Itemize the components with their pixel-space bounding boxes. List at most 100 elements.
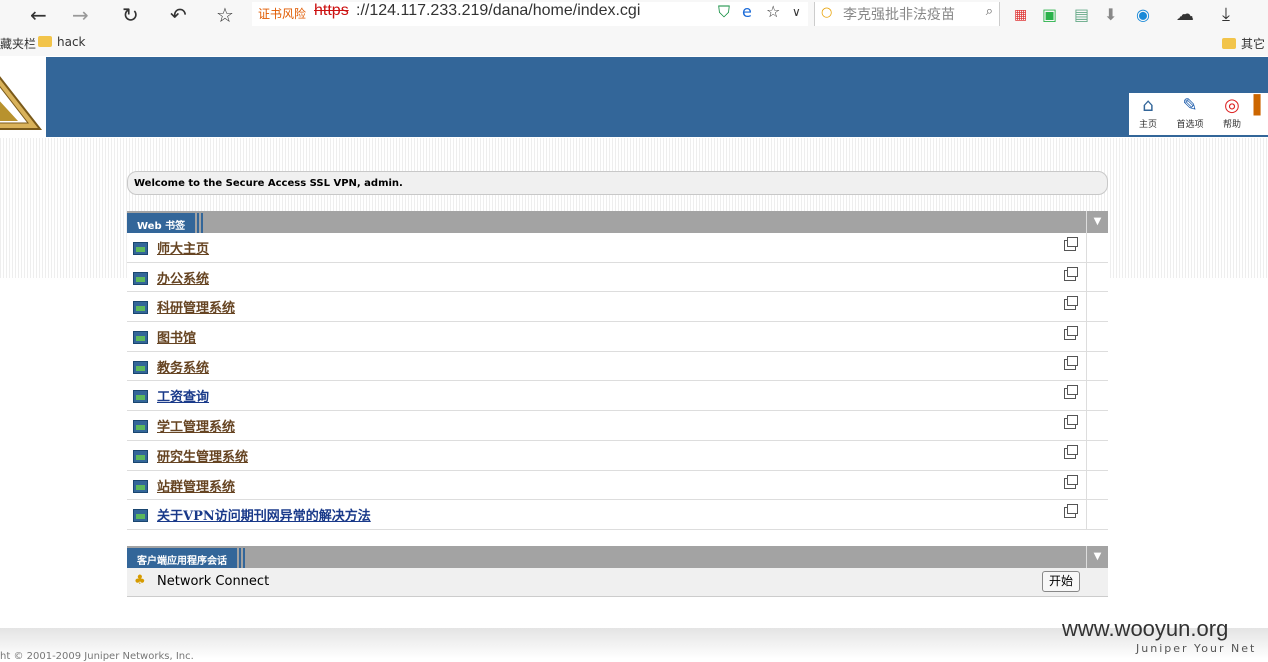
- bookmark-link[interactable]: 师大主页: [157, 238, 209, 257]
- brand-tagline: Juniper Your Net: [1136, 642, 1257, 655]
- start-button[interactable]: 开始: [1041, 571, 1080, 592]
- open-new-window-icon[interactable]: [1064, 266, 1078, 281]
- download-icon[interactable]: ⤓: [1222, 2, 1230, 28]
- search-input[interactable]: 李克强批非法疫苗: [843, 4, 955, 24]
- cert-warning-badge[interactable]: 证书风险: [258, 5, 306, 22]
- open-new-window-icon[interactable]: [1064, 415, 1078, 430]
- browser-toolbar: ← → ↻ ↶ ☆ 证书风险 https ://124.117.233.219/…: [0, 0, 1268, 30]
- download-helper-icon[interactable]: ⬇: [1104, 2, 1117, 28]
- bookmarks-bar: 藏夹栏 hack 其它: [0, 30, 1268, 56]
- web-bookmark-icon: [133, 390, 148, 404]
- row-end-cell: [1086, 470, 1108, 500]
- open-new-window-icon[interactable]: [1064, 296, 1078, 311]
- open-new-window-icon[interactable]: [1064, 237, 1078, 251]
- nav-help[interactable]: ◎ 帮助: [1213, 93, 1251, 135]
- watermark: www.wooyun.org: [1062, 616, 1229, 641]
- list-item: 教务系统: [127, 351, 1108, 382]
- panel-title: Web 书签: [127, 213, 204, 233]
- wechat-icon[interactable]: ▣: [1042, 2, 1057, 28]
- panel-header: Web 书签 ▼: [127, 211, 1108, 233]
- bookmark-folder-label: hack: [57, 35, 86, 49]
- web-bookmark-icon: [133, 331, 148, 345]
- address-bar[interactable]: 证书风险 https ://124.117.233.219/dana/home/…: [252, 2, 808, 26]
- bookmark-link[interactable]: 研究生管理系统: [157, 446, 248, 465]
- row-end-cell: [1086, 322, 1108, 351]
- open-new-window-icon[interactable]: [1064, 385, 1078, 400]
- wrench-icon: ✎: [1182, 95, 1198, 116]
- list-item: 学工管理系统: [127, 411, 1108, 441]
- lifebuoy-icon: ◎: [1224, 95, 1240, 116]
- bookmark-star-icon[interactable]: ☆: [766, 0, 780, 25]
- bookmark-link[interactable]: 科研管理系统: [157, 297, 235, 316]
- web-bookmark-icon: [133, 479, 148, 493]
- row-end-cell: [1086, 440, 1108, 470]
- apps-icon[interactable]: ▦: [1014, 2, 1027, 28]
- bookmark-link[interactable]: 图书馆: [157, 327, 196, 346]
- list-item: 师大主页: [127, 233, 1108, 263]
- nav-signout[interactable]: ▌: [1253, 93, 1268, 135]
- welcome-banner: Welcome to the Secure Access SSL VPN, ad…: [127, 171, 1108, 195]
- url-protocol: https: [314, 2, 349, 19]
- row-end-cell: [1086, 351, 1108, 381]
- row-end-cell: [1086, 381, 1108, 411]
- open-new-window-icon[interactable]: [1064, 444, 1078, 459]
- web-bookmark-icon: [133, 242, 148, 255]
- web-bookmark-icon: [133, 420, 148, 434]
- reload-icon[interactable]: ↻: [122, 2, 139, 28]
- nav-preferences[interactable]: ✎ 首选项: [1171, 93, 1209, 135]
- nav-preferences-label: 首选项: [1176, 120, 1204, 130]
- header-nav: ⌂ 主页 ✎ 首选项 ◎ 帮助 ▌: [1129, 93, 1268, 135]
- shield-icon[interactable]: ⛉: [718, 0, 730, 25]
- open-new-window-icon[interactable]: [1064, 504, 1078, 519]
- bookmark-folder-hack[interactable]: hack: [38, 35, 86, 49]
- search-icon[interactable]: ⌕: [986, 4, 993, 19]
- bookmark-link[interactable]: 学工管理系统: [157, 416, 235, 435]
- logo: [0, 57, 46, 137]
- nav-home[interactable]: ⌂ 主页: [1129, 93, 1167, 135]
- bookmark-link[interactable]: 关于VPN访问期刊网异常的解决方法: [157, 505, 371, 524]
- open-new-window-icon[interactable]: [1064, 355, 1078, 370]
- list-item: 关于VPN访问期刊网异常的解决方法: [127, 500, 1108, 530]
- list-item: 图书馆: [127, 322, 1108, 352]
- copyright: ht © 2001-2009 Juniper Networks, Inc.: [0, 651, 194, 662]
- network-connect-label: Network Connect: [157, 574, 270, 589]
- bookmark-link[interactable]: 教务系统: [157, 357, 209, 376]
- list-item: 工资查询: [127, 381, 1108, 412]
- bookmark-link[interactable]: 办公系统: [157, 268, 209, 287]
- forward-icon[interactable]: →: [72, 2, 89, 28]
- collapse-icon[interactable]: ▼: [1086, 211, 1108, 233]
- row-end-cell: [1086, 292, 1108, 322]
- url-text: ://124.117.233.219/dana/home/index.cgi: [356, 2, 641, 19]
- sync-icon[interactable]: ◉: [1136, 2, 1150, 28]
- panel-header: 客户端应用程序会话 ▼: [127, 546, 1108, 568]
- back-icon[interactable]: ←: [30, 2, 47, 28]
- extension-icon[interactable]: ▤: [1074, 2, 1089, 28]
- undo-icon[interactable]: ↶: [170, 2, 187, 28]
- row-end-cell: [1086, 411, 1108, 440]
- bookmarks-bar-label[interactable]: 藏夹栏: [0, 35, 36, 52]
- open-new-window-icon[interactable]: [1064, 326, 1078, 341]
- signout-icon: ▌: [1253, 95, 1268, 116]
- list-item: ♣ Network Connect 开始: [127, 568, 1108, 597]
- bookmark-folder-other[interactable]: 其它: [1222, 35, 1265, 52]
- search-engine-icon: ○: [821, 5, 833, 20]
- list-item: 科研管理系统: [127, 292, 1108, 323]
- favorite-star-icon[interactable]: ☆: [216, 2, 234, 28]
- collapse-icon[interactable]: ▼: [1086, 546, 1108, 568]
- list-item: 研究生管理系统: [127, 440, 1108, 471]
- app-header: ⌂ 主页 ✎ 首选项 ◎ 帮助 ▌: [0, 57, 1268, 137]
- ie-icon[interactable]: e: [742, 0, 752, 25]
- row-end-cell: [1086, 500, 1108, 529]
- open-new-window-icon[interactable]: [1064, 474, 1078, 489]
- chevron-down-icon[interactable]: ∨: [792, 0, 801, 25]
- row-end-cell: [1086, 262, 1108, 292]
- bookmark-link[interactable]: 站群管理系统: [157, 476, 235, 495]
- web-bookmark-icon: [133, 449, 148, 463]
- network-connect-icon: ♣: [134, 573, 146, 588]
- list-item: 办公系统: [127, 262, 1108, 293]
- cloud-icon[interactable]: ☁: [1176, 2, 1194, 28]
- nav-help-label: 帮助: [1222, 120, 1241, 130]
- search-box[interactable]: ○ 李克强批非法疫苗 ⌕: [814, 2, 1000, 26]
- bookmark-link[interactable]: 工资查询: [157, 386, 209, 405]
- web-bookmark-icon: [133, 301, 148, 315]
